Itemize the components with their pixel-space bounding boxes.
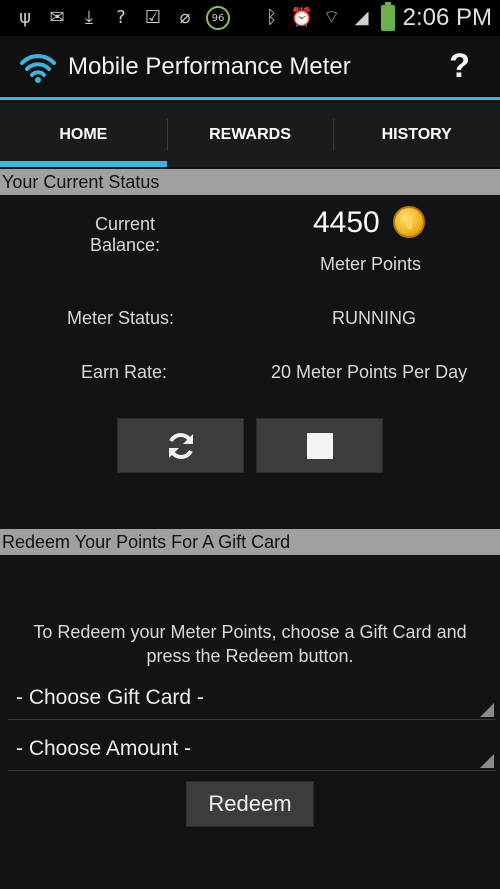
checkbox-icon: ☑: [144, 7, 162, 28]
dropdown-arrow-icon: [480, 703, 494, 717]
redeem-header: Redeem Your Points For A Gift Card: [0, 529, 500, 555]
bluetooth-icon: ᛒ: [266, 7, 278, 28]
download-icon: ⤓: [85, 7, 93, 28]
battery-charging-icon: [380, 2, 395, 31]
wifi-icon: ⌔: [323, 7, 341, 28]
tab-history[interactable]: HISTORY: [333, 103, 500, 167]
current-status-header: Your Current Status: [0, 169, 500, 195]
earn-rate-value: 20 Meter Points Per Day: [271, 362, 468, 382]
balance-label-line1: Current: [94, 214, 156, 234]
tab-home[interactable]: HOME: [0, 103, 167, 167]
balance-value: 4450: [313, 206, 380, 239]
help-icon[interactable]: ?: [449, 47, 470, 86]
coin-icon: [393, 206, 425, 238]
balance-label: Current Balance:: [70, 214, 180, 256]
gift-card-select-value: - Choose Gift Card -: [16, 686, 204, 709]
unknown-icon: ?: [116, 7, 126, 28]
meter-status-value: RUNNING: [332, 308, 416, 328]
tab-rewards[interactable]: REWARDS: [166, 103, 334, 167]
balance-label-line2: Balance:: [89, 235, 161, 255]
refresh-icon: [168, 432, 193, 459]
voicemail-icon: ⌀: [179, 7, 191, 28]
refresh-button[interactable]: [117, 418, 244, 473]
redeem-instructions-line1: To Redeem your Meter Points, choose a Gi…: [33, 622, 467, 642]
gmail-icon: ✉: [49, 7, 65, 28]
redeem-button[interactable]: Redeem: [186, 781, 314, 827]
clock: 2:06 PM: [402, 4, 492, 31]
gift-card-select[interactable]: - Choose Gift Card -: [8, 680, 496, 720]
earn-rate-label: Earn Rate:: [81, 362, 168, 382]
balance-unit: Meter Points: [320, 254, 422, 274]
app-bar: Mobile Performance Meter ?: [0, 36, 500, 100]
signal-icon: ◢: [354, 7, 369, 28]
amount-select-value: - Choose Amount -: [16, 737, 192, 760]
usb-icon: ψ: [19, 7, 31, 28]
redeem-instructions-line2: press the Redeem button.: [146, 646, 354, 666]
dropdown-arrow-icon: [480, 754, 494, 768]
tab-bar: HOME REWARDS HISTORY: [0, 103, 500, 167]
amount-select[interactable]: - Choose Amount -: [8, 731, 496, 771]
alarm-icon: ⏰: [290, 7, 314, 28]
redeem-instructions: To Redeem your Meter Points, choose a Gi…: [0, 620, 500, 668]
badge-96-icon: 96: [206, 6, 230, 30]
status-bar: ψ ✉ ⤓ ? ☑ ⌀ 96 ᛒ ⏰ ⌔ ◢ 2:06 PM: [0, 0, 500, 36]
app-title: Mobile Performance Meter: [68, 52, 351, 80]
stop-button[interactable]: [256, 418, 383, 473]
meter-status-label: Meter Status:: [67, 308, 175, 328]
wifi-logo-icon: [20, 53, 56, 83]
stop-icon: [306, 432, 333, 459]
